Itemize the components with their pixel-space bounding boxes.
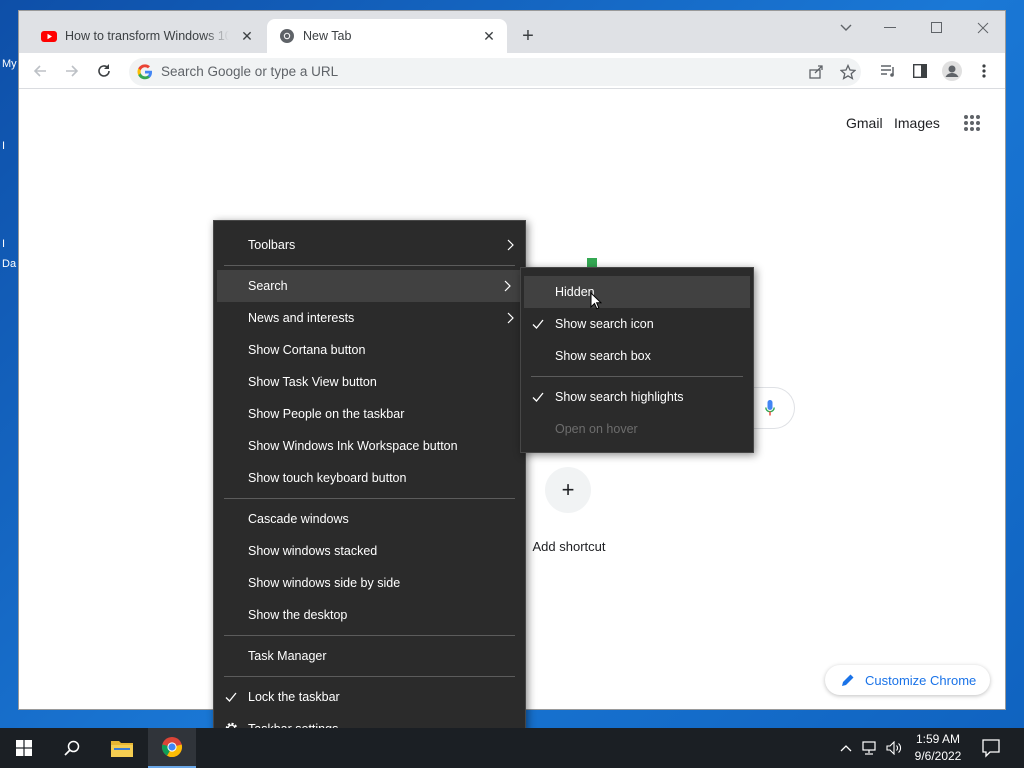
desktop-icon-label[interactable]: I: [2, 238, 5, 250]
search-submenu: Hidden Show search icon Show search box …: [520, 267, 754, 453]
menu-item-show-touch-keyboard[interactable]: Show touch keyboard button: [214, 462, 525, 494]
menu-separator: [531, 376, 743, 377]
reading-list-icon[interactable]: [877, 60, 899, 82]
menu-item-show-windows-side-by-side[interactable]: Show windows side by side: [214, 567, 525, 599]
clock-date: 9/6/2022: [914, 749, 962, 763]
menu-separator: [224, 676, 515, 677]
address-bar[interactable]: Search Google or type a URL: [129, 58, 861, 86]
add-shortcut-button[interactable]: +: [545, 467, 591, 513]
tab-search-icon[interactable]: [835, 17, 857, 39]
volume-icon[interactable]: [886, 740, 902, 756]
search-box-edge[interactable]: [747, 387, 795, 429]
menu-item-search[interactable]: Search: [217, 270, 522, 302]
desktop-icon-label[interactable]: My: [2, 58, 17, 70]
windows-start-icon: [16, 740, 32, 756]
side-panel-icon[interactable]: [909, 60, 931, 82]
customize-chrome-button[interactable]: Customize Chrome: [825, 665, 990, 695]
add-shortcut-label[interactable]: Add shortcut: [519, 539, 619, 554]
taskbar-context-menu: Toolbars Search News and interests Show …: [213, 220, 526, 753]
profile-avatar-icon[interactable]: [941, 60, 963, 82]
chrome-icon: [280, 29, 294, 43]
menu-item-lock-taskbar[interactable]: Lock the taskbar: [214, 681, 525, 713]
browser-toolbar: Search Google or type a URL: [19, 53, 1005, 89]
menu-item-show-windows-stacked[interactable]: Show windows stacked: [214, 535, 525, 567]
checkmark-icon: [532, 319, 544, 329]
submenu-item-open-on-hover: Open on hover: [555, 422, 638, 436]
menu-item-news-and-interests[interactable]: News and interests: [214, 302, 525, 334]
submenu-item-show-search-icon[interactable]: Show search icon: [521, 308, 753, 340]
menu-item-cascade-windows[interactable]: Cascade windows: [214, 503, 525, 535]
menu-separator: [224, 498, 515, 499]
chrome-menu-icon[interactable]: [973, 60, 995, 82]
chrome-icon: [161, 737, 183, 758]
notification-center-icon[interactable]: [980, 738, 1002, 758]
voice-search-icon[interactable]: [765, 400, 775, 416]
taskbar-search-button[interactable]: [48, 728, 96, 768]
menu-item-task-manager[interactable]: Task Manager: [214, 640, 525, 672]
menu-item-show-desktop[interactable]: Show the desktop: [214, 599, 525, 631]
mouse-cursor-icon: [590, 292, 602, 310]
menu-item-toolbars[interactable]: Toolbars: [214, 229, 525, 261]
show-hidden-icons-chevron[interactable]: [838, 740, 854, 756]
desktop-icon-label[interactable]: I: [2, 140, 5, 152]
start-button[interactable]: [0, 728, 48, 768]
desktop-icon-label[interactable]: Da: [2, 258, 16, 270]
back-button[interactable]: [29, 60, 51, 82]
tab-youtube[interactable]: How to transform Windows 10 to ✕: [29, 19, 265, 53]
menu-item-show-cortana[interactable]: Show Cortana button: [214, 334, 525, 366]
search-icon: [64, 740, 80, 756]
tab-title: How to transform Windows 10 to: [65, 29, 229, 43]
tab-strip: How to transform Windows 10 to ✕ New Tab…: [19, 11, 1005, 53]
youtube-icon: [41, 31, 57, 42]
pencil-icon: [842, 674, 854, 686]
menu-item-show-people[interactable]: Show People on the taskbar: [214, 398, 525, 430]
tab-new-tab[interactable]: New Tab ✕: [267, 19, 507, 53]
submenu-item-hidden[interactable]: Hidden: [524, 276, 750, 308]
menu-item-show-ink-workspace[interactable]: Show Windows Ink Workspace button: [214, 430, 525, 462]
images-link[interactable]: Images: [894, 115, 940, 131]
close-tab-icon[interactable]: ✕: [481, 28, 497, 44]
tab-title: New Tab: [303, 29, 352, 43]
menu-separator: [224, 635, 515, 636]
bookmark-star-icon[interactable]: [839, 63, 857, 81]
submenu-item-show-search-highlights[interactable]: Show search highlights: [521, 381, 753, 413]
clock-time: 1:59 AM: [915, 732, 961, 746]
google-g-icon: [137, 64, 152, 80]
close-tab-icon[interactable]: ✕: [239, 28, 255, 44]
gmail-link[interactable]: Gmail: [846, 115, 883, 131]
address-bar-placeholder: Search Google or type a URL: [161, 64, 339, 79]
system-clock[interactable]: 1:59 AM 9/6/2022: [906, 731, 970, 765]
forward-button[interactable]: [61, 60, 83, 82]
reload-button[interactable]: [93, 60, 115, 82]
taskbar-file-explorer[interactable]: [98, 728, 146, 768]
windows-taskbar: 1:59 AM 9/6/2022: [0, 728, 1024, 768]
network-icon[interactable]: [862, 740, 878, 756]
checkmark-icon: [532, 392, 544, 402]
submenu-item-show-search-box[interactable]: Show search box: [521, 340, 753, 372]
customize-chrome-label: Customize Chrome: [865, 672, 977, 688]
checkmark-icon: [225, 692, 237, 702]
share-icon[interactable]: [807, 63, 825, 81]
chevron-right-icon: [507, 312, 514, 324]
taskbar-chrome[interactable]: [148, 728, 196, 768]
minimize-icon[interactable]: [879, 17, 901, 39]
google-apps-icon[interactable]: [963, 114, 981, 132]
chevron-right-icon: [507, 239, 514, 251]
new-tab-button[interactable]: +: [517, 25, 539, 47]
close-window-icon[interactable]: [972, 17, 994, 39]
maximize-icon[interactable]: [926, 17, 948, 39]
chevron-right-icon: [504, 280, 511, 292]
menu-item-show-task-view[interactable]: Show Task View button: [214, 366, 525, 398]
menu-separator: [224, 265, 515, 266]
file-explorer-icon: [111, 741, 133, 757]
